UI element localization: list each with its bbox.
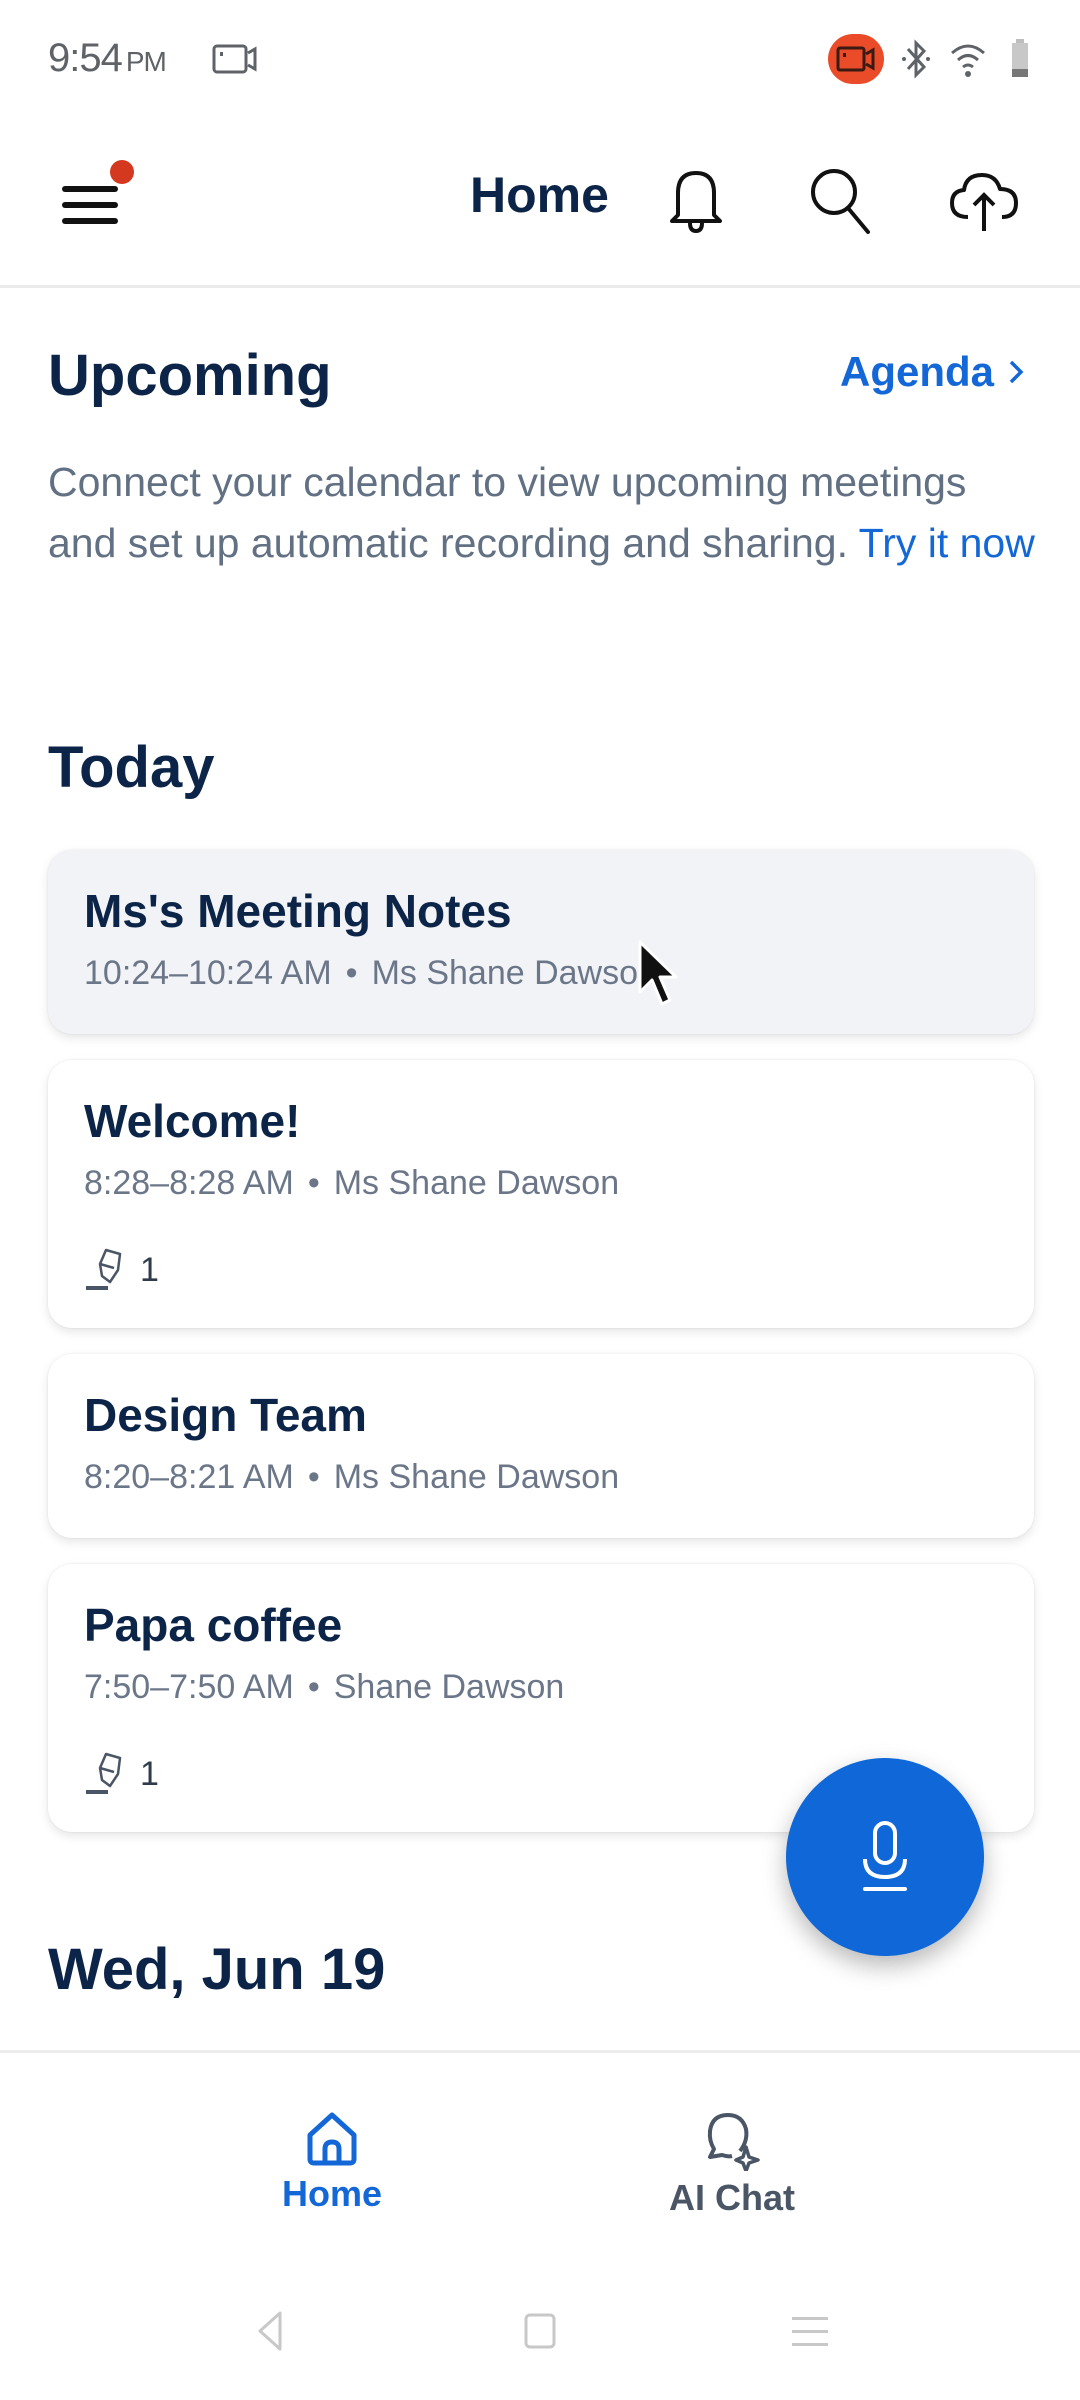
upcoming-heading: Upcoming <box>48 343 332 408</box>
system-back-button[interactable] <box>240 2306 300 2356</box>
meeting-time: 7:50–7:50 AM <box>84 1668 294 1706</box>
wifi-icon <box>951 44 985 77</box>
highlights-count: 1 <box>84 1750 159 1798</box>
agenda-label: Agenda <box>839 348 994 395</box>
screen-record-icon <box>212 44 257 74</box>
status-bar: 9:54 PM <box>0 0 1080 120</box>
microphone-icon <box>863 1821 907 1891</box>
upload-button[interactable] <box>944 160 1024 240</box>
meeting-title: Ms's Meeting Notes <box>84 885 512 937</box>
highlights-number: 1 <box>140 1250 159 1289</box>
meeting-card[interactable]: Design Team 8:20–8:21 AM • Ms Shane Dawson <box>48 1354 1034 1538</box>
meeting-meta: 10:24–10:24 AM • Ms Shane Dawson <box>84 954 657 992</box>
calendar-connect-message: Connect your calendar to view upcoming m… <box>48 452 1038 574</box>
nav-ai-chat-label: AI Chat <box>669 2177 795 2218</box>
system-navigation-bar <box>0 2240 1080 2400</box>
ai-chat-icon <box>707 2113 760 2171</box>
page-title: Home <box>470 167 609 223</box>
bottom-navigation: Home AI Chat <box>0 2050 1080 2240</box>
bell-icon <box>670 171 722 234</box>
meeting-meta: 7:50–7:50 AM • Shane Dawson <box>84 1668 565 1706</box>
meeting-owner: Shane Dawson <box>333 1668 565 1706</box>
meeting-owner: Ms Shane Dawson <box>371 954 657 992</box>
highlights-number: 1 <box>140 1754 159 1793</box>
notifications-button[interactable] <box>656 160 736 240</box>
meeting-time: 8:28–8:28 AM <box>84 1164 294 1202</box>
square-home-icon <box>524 2313 556 2349</box>
app-header: Home <box>0 120 1080 288</box>
try-it-now-link[interactable]: Try it now <box>859 520 1035 566</box>
highlighter-icon <box>86 1752 122 1794</box>
meeting-title: Welcome! <box>84 1095 301 1147</box>
home-icon <box>307 2112 357 2166</box>
nav-ai-chat[interactable]: AI Chat <box>622 2111 842 2219</box>
meeting-title: Design Team <box>84 1389 367 1441</box>
status-time: 9:54 PM <box>48 36 167 81</box>
battery-icon <box>1012 39 1028 77</box>
system-home-button[interactable] <box>510 2306 570 2356</box>
meeting-time: 10:24–10:24 AM <box>84 954 332 992</box>
meeting-title: Papa coffee <box>84 1599 343 1651</box>
meeting-meta: 8:28–8:28 AM • Ms Shane Dawson <box>84 1164 620 1202</box>
date-heading: Wed, Jun 19 <box>48 1937 386 2002</box>
today-heading: Today <box>48 735 215 800</box>
chevron-right-icon <box>1009 360 1024 384</box>
cloud-upload-icon <box>950 173 1018 231</box>
recording-active-icon <box>828 34 884 84</box>
bluetooth-icon <box>902 39 930 79</box>
time-text: 9:54 <box>48 36 123 80</box>
nav-home-label: Home <box>281 2173 383 2214</box>
meeting-time: 8:20–8:21 AM <box>84 1458 294 1496</box>
meeting-owner: Ms Shane Dawson <box>333 1458 620 1496</box>
ampm-text: PM <box>125 46 167 77</box>
meeting-meta: 8:20–8:21 AM • Ms Shane Dawson <box>84 1458 620 1496</box>
notification-dot <box>110 160 134 184</box>
nav-home[interactable]: Home <box>222 2111 442 2215</box>
meeting-owner: Ms Shane Dawson <box>333 1164 620 1202</box>
highlights-count: 1 <box>84 1246 159 1294</box>
recents-icon <box>792 2317 828 2346</box>
highlighter-icon <box>86 1248 122 1290</box>
back-icon <box>258 2311 282 2351</box>
search-icon <box>811 169 870 234</box>
meeting-card[interactable]: Welcome! 8:28–8:28 AM • Ms Shane Dawson 1 <box>48 1060 1034 1328</box>
meeting-card[interactable]: Ms's Meeting Notes 10:24–10:24 AM • Ms Sha… <box>48 850 1034 1034</box>
mouse-cursor-icon <box>638 940 678 1006</box>
calendar-connect-text: Connect your calendar to view upcoming m… <box>48 459 967 566</box>
record-button[interactable] <box>786 1758 984 1956</box>
agenda-link[interactable]: Agenda <box>840 348 1024 396</box>
search-button[interactable] <box>800 160 880 240</box>
system-recents-button[interactable] <box>780 2306 840 2356</box>
